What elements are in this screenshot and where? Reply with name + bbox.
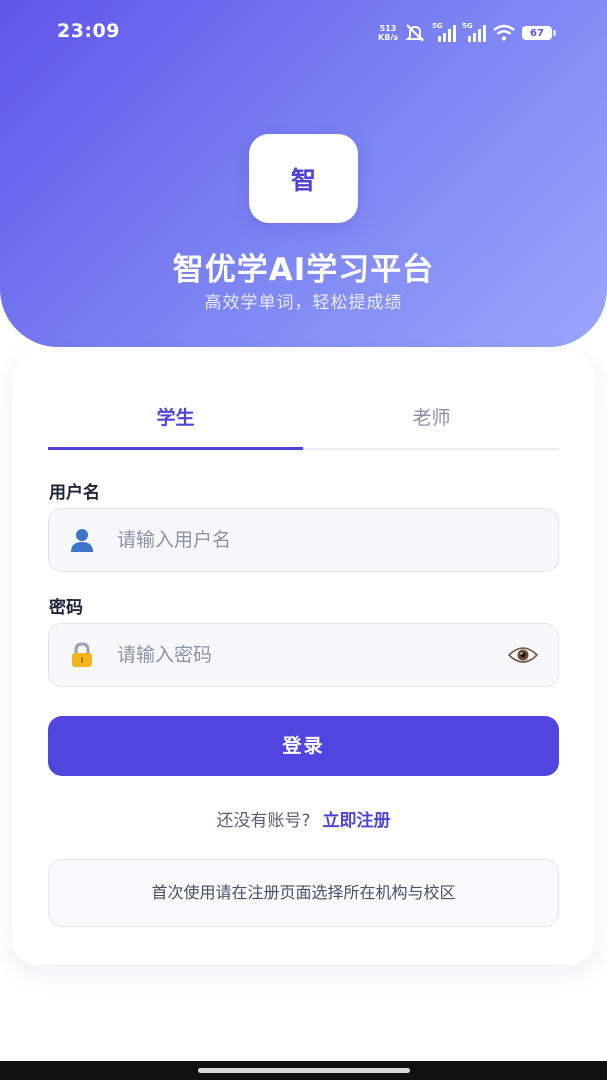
battery-level: 67 [530, 27, 544, 39]
tab-teacher[interactable]: 老师 [304, 388, 559, 448]
role-tabs: 学生 老师 [48, 388, 559, 450]
signal-1-label: 5G [432, 22, 443, 30]
status-time: 23:09 [57, 20, 120, 42]
password-field[interactable] [48, 623, 559, 687]
net-speed-indicator: 513 KB/s [378, 24, 398, 42]
signal-2-label: 5G [462, 22, 473, 30]
login-card: 学生 老师 用户名 密码 登录 还没有账号? 立即注册 首次使用请在注册页面选择所… [12, 352, 595, 965]
app-title: 智优学AI学习平台 [172, 252, 435, 288]
app-logo: 智 [249, 134, 358, 223]
login-button[interactable]: 登录 [48, 716, 559, 776]
notice-box: 首次使用请在注册页面选择所在机构与校区 [48, 859, 559, 927]
user-icon [71, 529, 93, 552]
app-subtitle: 高效学单词，轻松提成绩 [204, 293, 403, 313]
username-field[interactable] [48, 508, 559, 572]
signal-2-icon: 5G [462, 22, 486, 42]
mute-bell-icon [405, 24, 425, 42]
register-row: 还没有账号? 立即注册 [12, 806, 595, 831]
status-bar: 23:09 513 KB/s 5G 5G 67 [0, 0, 607, 66]
home-indicator-bar[interactable] [198, 1068, 410, 1073]
signal-1-icon: 5G [432, 22, 456, 42]
username-input[interactable] [117, 509, 497, 571]
net-speed-value: 513 [379, 24, 397, 33]
password-label: 密码 [49, 598, 83, 618]
battery-icon: 67 [522, 26, 556, 40]
header-banner: 23:09 513 KB/s 5G 5G 67 智 智优学AI学习平台 高效学单… [0, 0, 607, 347]
logo-char: 智 [290, 165, 316, 195]
lock-icon [72, 642, 92, 667]
username-label: 用户名 [49, 483, 100, 503]
register-link[interactable]: 立即注册 [323, 811, 391, 831]
status-icons: 513 KB/s 5G 5G 67 [378, 22, 556, 44]
register-prompt: 还没有账号? [216, 811, 311, 831]
net-speed-unit: KB/s [378, 33, 398, 42]
wifi-icon [493, 24, 515, 41]
password-input[interactable] [117, 624, 497, 686]
navigation-bar [0, 1061, 607, 1080]
eye-icon[interactable] [508, 644, 538, 666]
tab-student[interactable]: 学生 [48, 388, 303, 450]
